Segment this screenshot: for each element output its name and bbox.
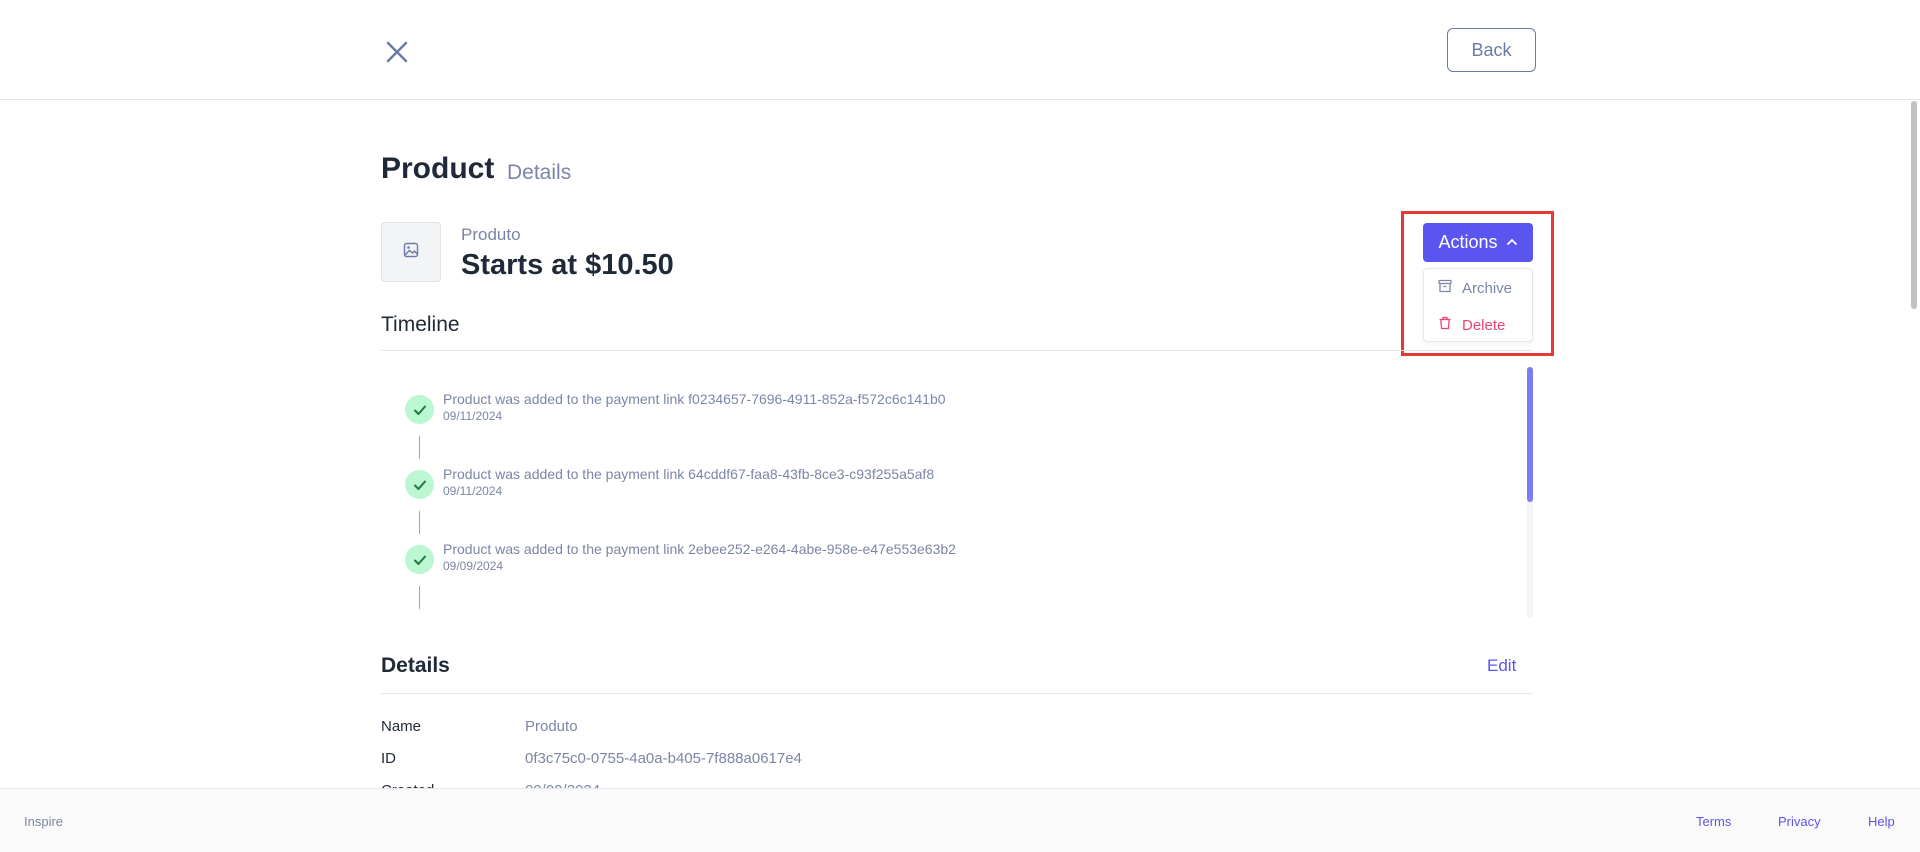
archive-icon xyxy=(1438,279,1452,297)
timeline-item-text: Product was added to the payment link 2e… xyxy=(443,541,956,557)
chevron-up-icon xyxy=(1506,232,1518,253)
close-icon[interactable] xyxy=(381,36,413,68)
timeline-scrollbar-thumb[interactable] xyxy=(1527,367,1533,502)
check-icon xyxy=(405,470,434,499)
edit-link[interactable]: Edit xyxy=(1487,656,1516,676)
footer-brand: Inspire xyxy=(24,814,64,829)
timeline-item-text: Product was added to the payment link 64… xyxy=(443,466,935,482)
product-price: Starts at $10.50 xyxy=(461,249,674,281)
check-icon xyxy=(405,545,434,574)
timeline-list[interactable]: Product was added to the payment link f0… xyxy=(381,365,1533,615)
page-scrollbar-thumb[interactable] xyxy=(1911,101,1917,309)
menu-item-label: Archive xyxy=(1462,279,1513,297)
page-title: Product xyxy=(381,152,495,185)
timeline-connector xyxy=(419,586,420,609)
trash-icon xyxy=(1438,316,1452,334)
footer-link-help[interactable]: Help xyxy=(1868,814,1895,829)
footer-link-terms[interactable]: Terms xyxy=(1696,814,1731,829)
actions-label: Actions xyxy=(1438,232,1498,252)
details-title: Details xyxy=(381,654,450,677)
timeline-item-text: Product was added to the payment link f0… xyxy=(443,391,946,407)
menu-item-delete[interactable]: Delete xyxy=(1438,316,1505,334)
timeline-title: Timeline xyxy=(381,313,460,336)
menu-item-label: Delete xyxy=(1462,316,1506,334)
image-icon xyxy=(403,242,419,263)
product-image-placeholder xyxy=(381,222,441,282)
detail-value-name: Produto xyxy=(525,718,578,735)
top-bar: Back xyxy=(0,0,1920,100)
footer-link-privacy[interactable]: Privacy xyxy=(1778,814,1821,829)
detail-label-name: Name xyxy=(381,718,422,735)
actions-menu: Archive Delete xyxy=(1423,268,1533,342)
details-divider xyxy=(381,693,1533,694)
timeline-item-date: 09/09/2024 xyxy=(443,559,504,573)
timeline-item-date: 09/11/2024 xyxy=(443,409,503,423)
detail-label-id: ID xyxy=(381,750,396,767)
timeline-divider xyxy=(381,350,1533,351)
timeline-item-date: 09/11/2024 xyxy=(443,484,503,498)
check-icon xyxy=(405,395,434,424)
page-subtitle: Details xyxy=(507,161,572,184)
menu-item-archive[interactable]: Archive xyxy=(1438,279,1512,297)
footer: Inspire Terms Privacy Help xyxy=(0,788,1920,852)
actions-button[interactable]: Actions xyxy=(1423,223,1533,262)
timeline-connector xyxy=(419,511,420,534)
back-button[interactable]: Back xyxy=(1447,28,1536,72)
detail-value-id: 0f3c75c0-0755-4a0a-b405-7f888a0617e4 xyxy=(525,750,802,767)
product-name: Produto xyxy=(461,225,521,244)
timeline-connector xyxy=(419,436,420,459)
